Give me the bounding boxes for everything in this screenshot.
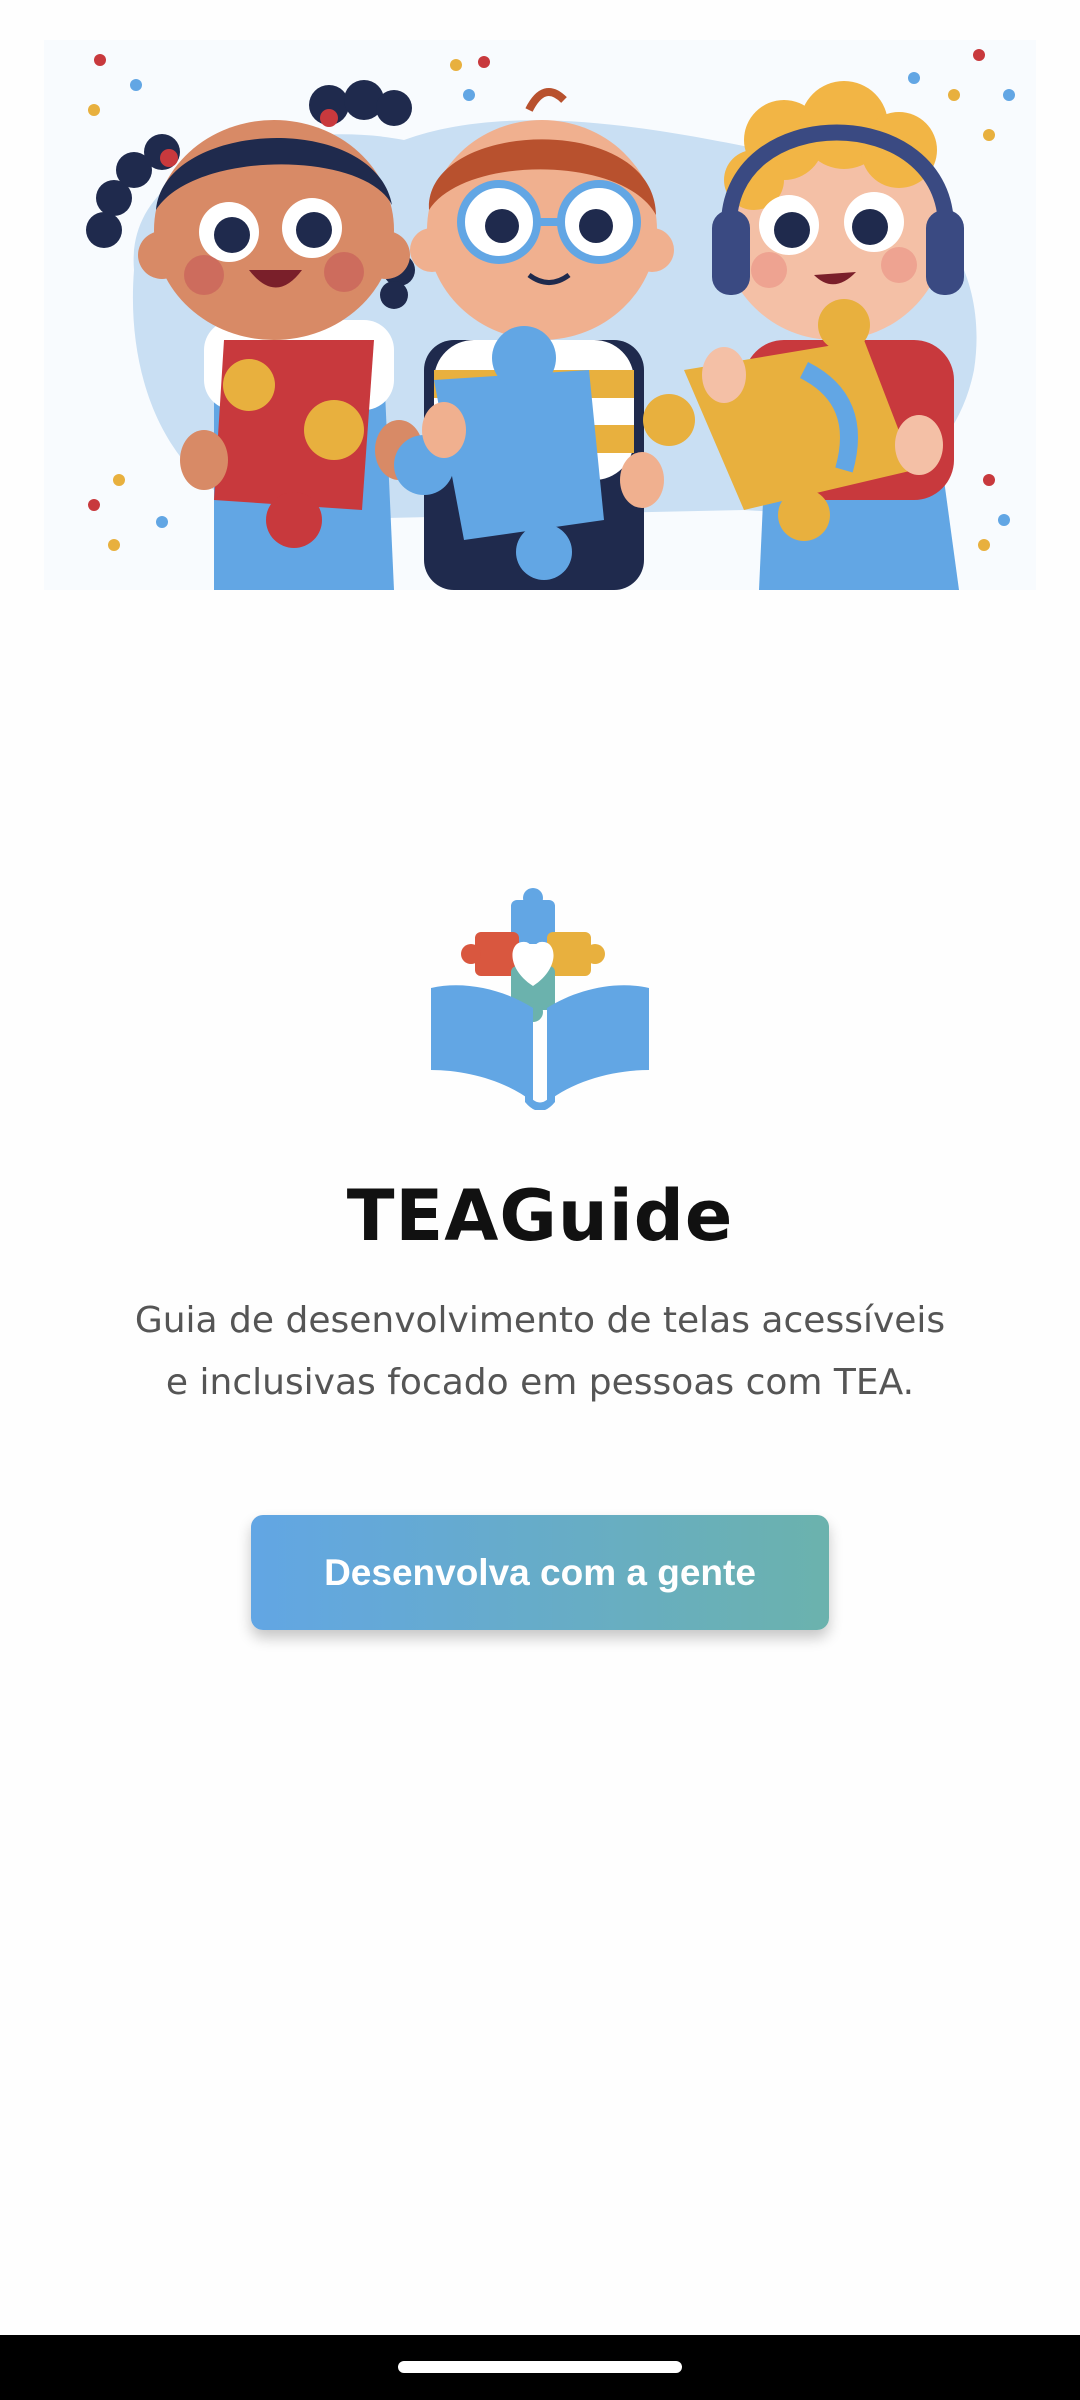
- puzzle-heart-book-icon: [425, 880, 655, 1111]
- app-description: Guia de desenvolvimento de telas acessív…: [110, 1290, 970, 1414]
- description-line-2: e inclusivas focado em pessoas com TEA.: [165, 1362, 915, 1403]
- develop-with-us-button[interactable]: Desenvolva com a gente: [251, 1515, 829, 1630]
- app-logo-graphic: [431, 888, 649, 1111]
- welcome-screen: TEAGuide Guia de desenvolvimento de tela…: [0, 0, 1080, 2400]
- children-puzzle-illustration: [86, 49, 1015, 590]
- app-title: TEAGuide: [346, 1175, 734, 1257]
- system-navigation-bar: [0, 2335, 1080, 2400]
- hero-illustration: [44, 40, 1036, 590]
- home-gesture-bar[interactable]: [398, 2361, 682, 2373]
- description-line-1: Guia de desenvolvimento de telas acessív…: [134, 1300, 946, 1341]
